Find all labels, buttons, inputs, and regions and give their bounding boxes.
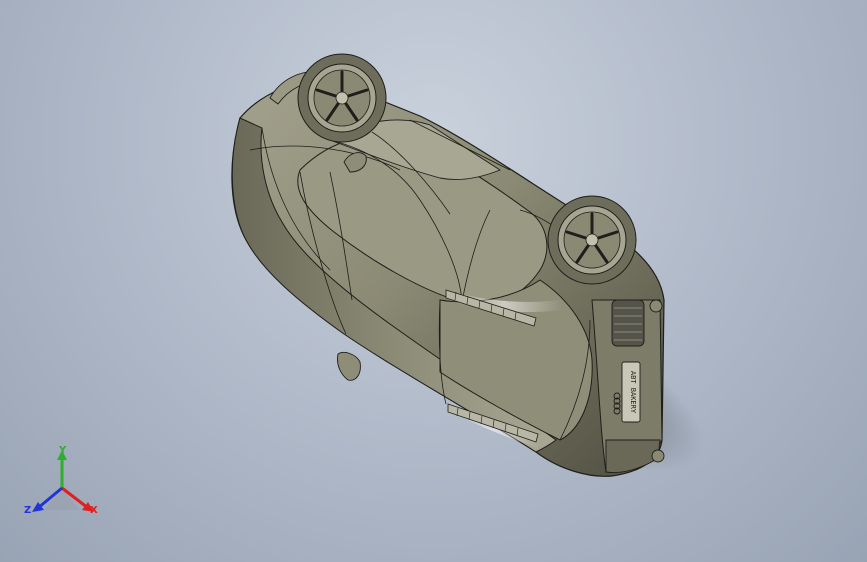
orientation-triad[interactable]: Y X Z	[24, 446, 108, 526]
wheel-front	[547, 195, 637, 285]
front-grille	[611, 299, 645, 347]
side-mirror-2	[337, 351, 361, 381]
z-axis-label: Z	[24, 505, 32, 516]
x-axis-label: X	[90, 505, 98, 516]
front-hook	[649, 299, 663, 313]
wheel-rear	[297, 53, 387, 143]
license-plate-text: ABT BAKERY	[629, 371, 637, 414]
car-3d-model[interactable]: ABT BAKERY	[0, 0, 867, 562]
front-hook-2	[651, 449, 665, 463]
graphics-viewport[interactable]: ABT BAKERY Y X Z	[0, 0, 867, 562]
y-axis-label: Y	[59, 445, 67, 456]
